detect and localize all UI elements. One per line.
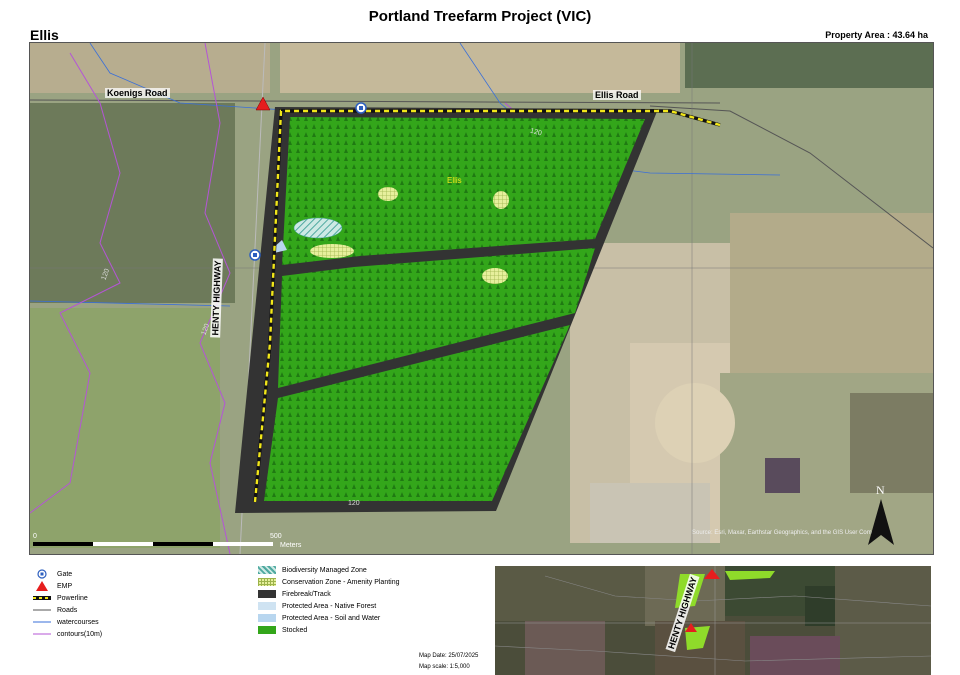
parcel-label: Ellis (447, 176, 462, 185)
legend-col-1: Gate EMP Powerline Roads watercourses co… (33, 568, 102, 640)
north-label: N (876, 483, 885, 497)
legend-item-gate: Gate (33, 568, 102, 580)
road-label-koenigs: Koenigs Road (105, 88, 170, 98)
gate-icon (33, 569, 51, 579)
legend-item-native-forest: Protected Area - Native Forest (258, 600, 400, 612)
swatch-stocked (258, 626, 276, 634)
swatch-biodiversity (258, 566, 276, 574)
legend-item-conservation: Conservation Zone - Amenity Planting (258, 576, 400, 588)
line-icon (33, 617, 51, 627)
map-info: Map Date: 25/07/2025 Map scale: 1:5,000 (419, 651, 478, 673)
line-icon (33, 605, 51, 615)
swatch-firebreak (258, 590, 276, 598)
legend-item-powerline: Powerline (33, 592, 102, 604)
legend-item-firebreak: Firebreak/Track (258, 588, 400, 600)
powerline-icon (33, 593, 51, 603)
inset-canvas (495, 566, 931, 675)
scale-bar (33, 542, 273, 552)
north-arrow-icon (868, 499, 894, 545)
gate-icon[interactable] (355, 102, 367, 114)
contour-label: 120 (348, 500, 360, 507)
road-label-ellis: Ellis Road (593, 90, 641, 100)
swatch-conservation (258, 578, 276, 586)
legend-item-watercourses: watercourses (33, 616, 102, 628)
swatch-soil-water (258, 614, 276, 622)
scale-unit-label: Meters (280, 542, 302, 549)
legend-item-stocked: Stocked (258, 624, 400, 636)
gate-icon[interactable] (249, 249, 261, 261)
scale-start-label: 0 (33, 533, 37, 540)
legend-item-contours: contours(10m) (33, 628, 102, 640)
map-canvas (30, 43, 933, 554)
line-icon (33, 629, 51, 639)
map-scale: Map scale: 1:5,000 (419, 664, 470, 670)
inset-map[interactable]: HENTY HIGHWAY (495, 566, 931, 675)
property-name: Ellis (30, 27, 59, 43)
legend-item-soil-water: Protected Area - Soil and Water (258, 612, 400, 624)
map-date: Map Date: 25/07/2025 (419, 653, 479, 659)
legend-item-biodiversity: Biodiversity Managed Zone (258, 564, 400, 576)
main-map[interactable]: Koenigs Road Ellis Road HENTY HIGHWAY El… (29, 42, 934, 555)
map-title: Portland Treefarm Project (VIC) (368, 8, 592, 25)
attribution: Source: Esri, Maxar, Earthstar Geographi… (692, 530, 890, 536)
legend-item-emp: EMP (33, 580, 102, 592)
north-arrow: N (866, 483, 896, 547)
triangle-icon (33, 581, 51, 591)
scale-end-label: 500 (270, 533, 282, 540)
legend-item-roads: Roads (33, 604, 102, 616)
legend-col-2: Biodiversity Managed Zone Conservation Z… (258, 564, 400, 636)
swatch-native-forest (258, 602, 276, 610)
property-area: Property Area : 43.64 ha (825, 30, 928, 40)
